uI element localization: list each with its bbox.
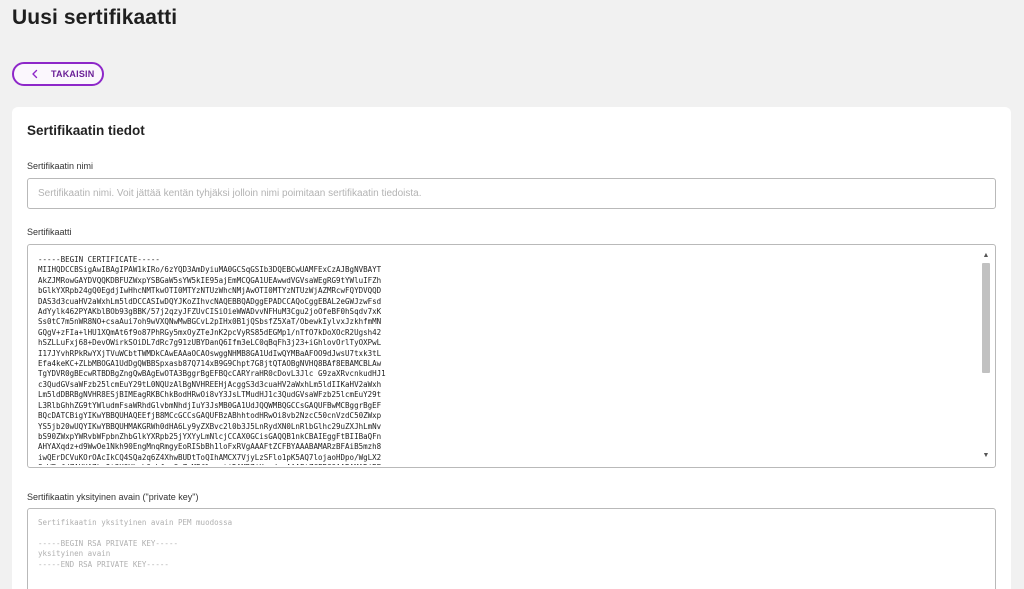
chevron-left-icon: [32, 69, 38, 79]
certificate-scrollbar[interactable]: ▲ ▼: [981, 251, 991, 461]
certificate-details-card: Sertifikaatin tiedot Sertifikaatin nimi …: [12, 107, 1011, 589]
back-button-label: TAKAISIN: [51, 69, 95, 79]
card-title: Sertifikaatin tiedot: [27, 123, 145, 138]
scrollbar-thumb[interactable]: [982, 263, 990, 373]
scroll-down-icon[interactable]: ▼: [981, 451, 991, 461]
private-key-label: Sertifikaatin yksityinen avain ("private…: [27, 492, 199, 502]
certificate-label: Sertifikaatti: [27, 227, 72, 237]
certificate-text[interactable]: -----BEGIN CERTIFICATE----- MIIHQDCCBSig…: [38, 255, 983, 465]
page-title: Uusi sertifikaatti: [12, 6, 178, 29]
certificate-textarea[interactable]: -----BEGIN CERTIFICATE----- MIIHQDCCBSig…: [27, 244, 996, 468]
scroll-up-icon[interactable]: ▲: [981, 251, 991, 261]
certificate-name-label: Sertifikaatin nimi: [27, 161, 94, 171]
certificate-name-input[interactable]: [27, 178, 996, 209]
back-button[interactable]: TAKAISIN: [12, 62, 104, 86]
private-key-textarea[interactable]: [27, 508, 996, 589]
